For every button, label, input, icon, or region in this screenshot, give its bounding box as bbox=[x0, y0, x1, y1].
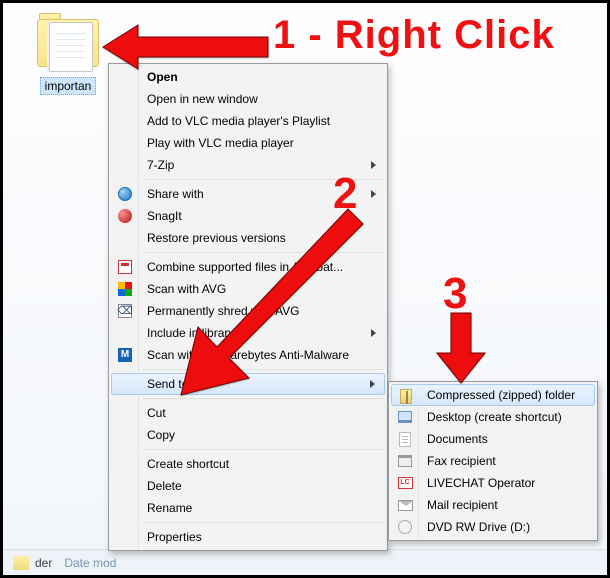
malwarebytes-icon: M bbox=[117, 347, 133, 363]
desktop-icon bbox=[397, 409, 413, 425]
submenu-item-dvd-drive[interactable]: DVD RW Drive (D:) bbox=[391, 516, 595, 538]
submenu-item-livechat[interactable]: LCLIVECHAT Operator bbox=[391, 472, 595, 494]
separator bbox=[143, 252, 383, 253]
chevron-right-icon bbox=[371, 154, 377, 176]
menu-item-malwarebytes[interactable]: MScan with Malwarebytes Anti-Malware bbox=[111, 344, 385, 366]
folder-label: importan bbox=[40, 77, 97, 95]
menu-item-open[interactable]: Open bbox=[111, 66, 385, 88]
separator bbox=[143, 398, 383, 399]
callout-1: 1 - Right Click bbox=[273, 13, 555, 58]
globe-icon bbox=[117, 186, 133, 202]
menu-item-open-new-window[interactable]: Open in new window bbox=[111, 88, 385, 110]
status-text-datemod: Date mod bbox=[64, 556, 116, 570]
submenu-item-desktop-shortcut[interactable]: Desktop (create shortcut) bbox=[391, 406, 595, 428]
folder-icon bbox=[13, 556, 29, 570]
menu-item-properties[interactable]: Properties bbox=[111, 526, 385, 548]
menu-item-copy[interactable]: Copy bbox=[111, 424, 385, 446]
context-menu: Open Open in new window Add to VLC media… bbox=[108, 63, 388, 551]
status-bar: der Date mod bbox=[3, 549, 607, 575]
chevron-right-icon bbox=[370, 374, 376, 394]
menu-item-vlc-play[interactable]: Play with VLC media player bbox=[111, 132, 385, 154]
submenu-item-mail[interactable]: Mail recipient bbox=[391, 494, 595, 516]
shred-icon: ⌫ bbox=[117, 303, 133, 319]
menu-item-share-with[interactable]: Share with bbox=[111, 183, 385, 205]
submenu-item-fax[interactable]: Fax recipient bbox=[391, 450, 595, 472]
menu-item-scan-avg[interactable]: Scan with AVG bbox=[111, 278, 385, 300]
separator bbox=[143, 179, 383, 180]
acrobat-icon bbox=[117, 259, 133, 275]
menu-item-cut[interactable]: Cut bbox=[111, 402, 385, 424]
menu-item-send-to[interactable]: Send to bbox=[111, 373, 385, 395]
menu-item-rename[interactable]: Rename bbox=[111, 497, 385, 519]
zip-icon bbox=[398, 388, 414, 404]
menu-item-vlc-add[interactable]: Add to VLC media player's Playlist bbox=[111, 110, 385, 132]
livechat-icon: LC bbox=[397, 475, 413, 491]
submenu-item-documents[interactable]: Documents bbox=[391, 428, 595, 450]
chevron-right-icon bbox=[371, 183, 377, 205]
avg-icon bbox=[117, 281, 133, 297]
callout-3: 3 bbox=[443, 269, 467, 319]
separator bbox=[143, 449, 383, 450]
menu-item-create-shortcut[interactable]: Create shortcut bbox=[111, 453, 385, 475]
folder-icon bbox=[33, 13, 103, 73]
status-text-der: der bbox=[35, 556, 52, 570]
fax-icon bbox=[397, 453, 413, 469]
separator bbox=[143, 369, 383, 370]
menu-item-shred-avg[interactable]: ⌫Permanently shred with AVG bbox=[111, 300, 385, 322]
menu-item-acrobat-combine[interactable]: Combine supported files in Acrobat... bbox=[111, 256, 385, 278]
snagit-icon bbox=[117, 208, 133, 224]
folder-item[interactable]: importan bbox=[28, 13, 108, 95]
mail-icon bbox=[397, 497, 413, 513]
explorer-window: importan der Date mod Open Open in new w… bbox=[3, 3, 607, 575]
menu-item-restore-previous[interactable]: Restore previous versions bbox=[111, 227, 385, 249]
document-icon bbox=[397, 431, 413, 447]
separator bbox=[143, 522, 383, 523]
menu-item-7zip[interactable]: 7-Zip bbox=[111, 154, 385, 176]
submenu-item-compressed-folder[interactable]: Compressed (zipped) folder bbox=[391, 384, 595, 406]
send-to-submenu: Compressed (zipped) folder Desktop (crea… bbox=[388, 381, 598, 541]
menu-item-snagit[interactable]: SnagIt bbox=[111, 205, 385, 227]
menu-item-include-library[interactable]: Include in library bbox=[111, 322, 385, 344]
menu-item-delete[interactable]: Delete bbox=[111, 475, 385, 497]
disc-icon bbox=[397, 519, 413, 535]
chevron-right-icon bbox=[371, 322, 377, 344]
